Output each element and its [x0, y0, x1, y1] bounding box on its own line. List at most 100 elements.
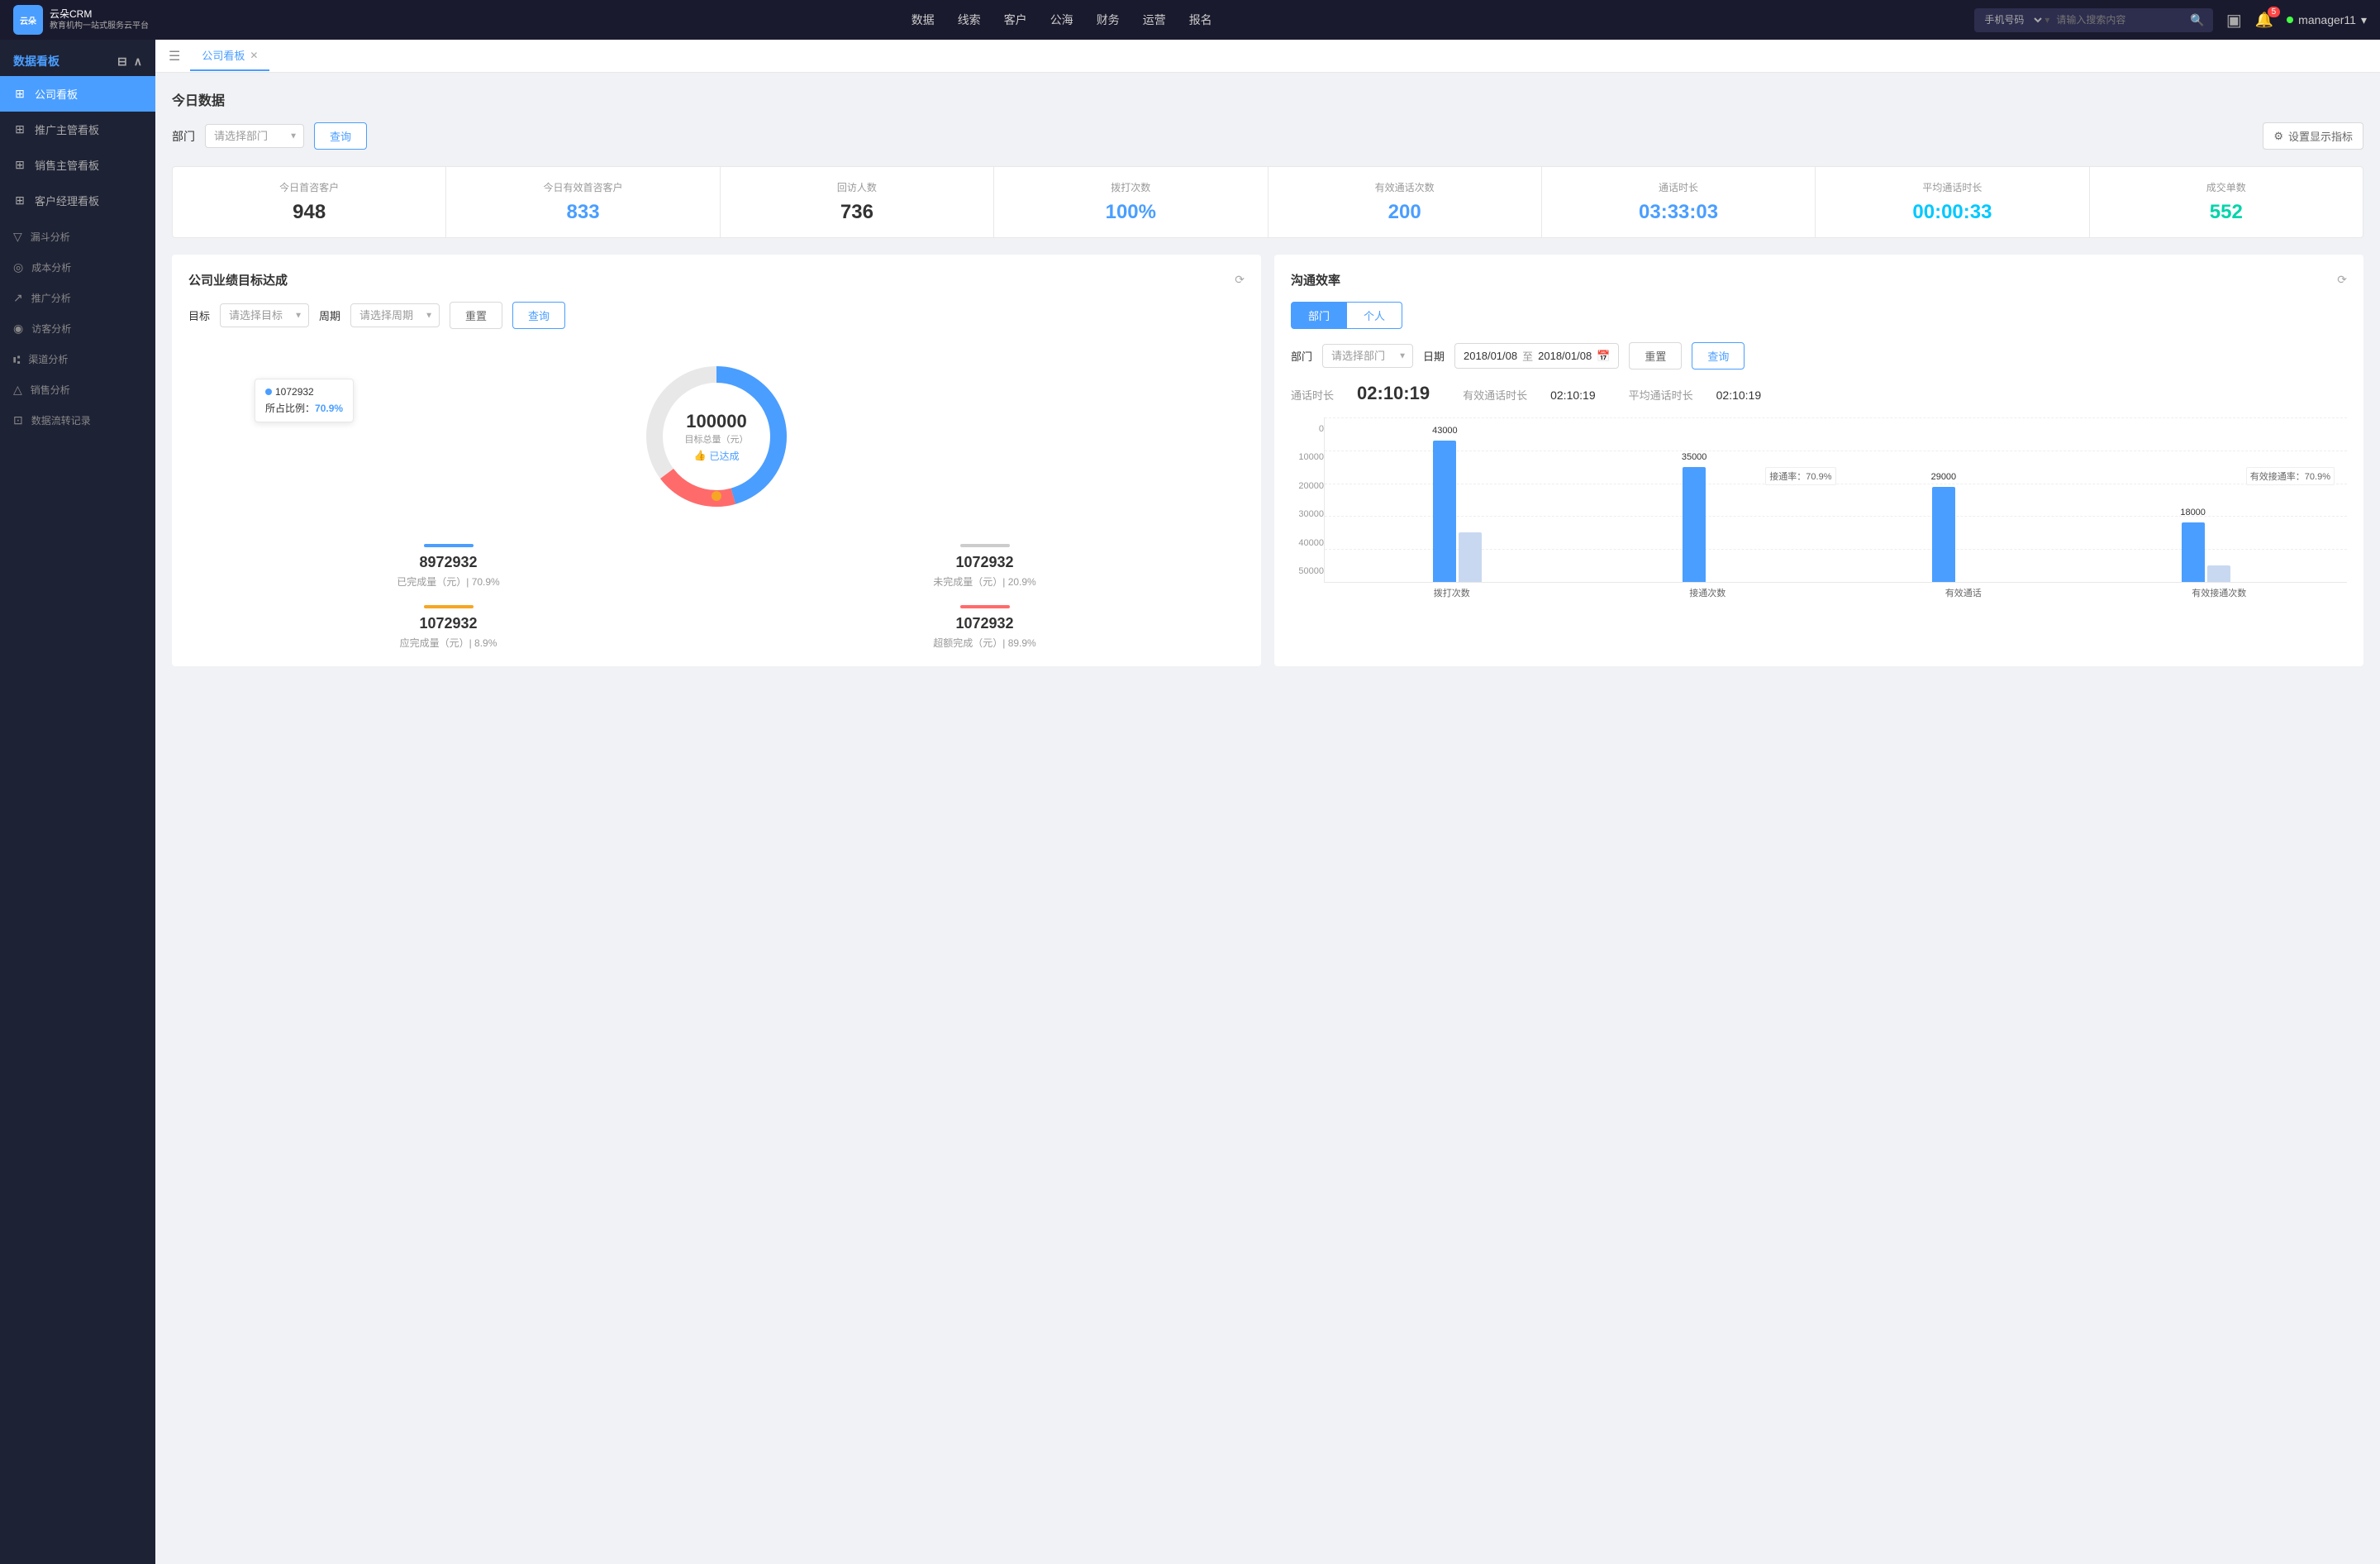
bar-value-label: 43000 [1432, 426, 1458, 436]
sidebar-category-sales[interactable]: △ 销售分析 [0, 374, 155, 402]
nav-item-财务[interactable]: 财务 [1097, 12, 1120, 28]
sidebar-category-visitor[interactable]: ◉ 访客分析 [0, 313, 155, 341]
period-select[interactable]: 请选择周期 [350, 303, 440, 327]
bar-group: 29000 [1832, 417, 2082, 582]
visitor-icon: ◉ [13, 322, 23, 336]
settings-button[interactable]: ⚙ 设置显示指标 [2263, 122, 2363, 150]
funnel-label: 漏斗分析 [31, 230, 70, 244]
bar: 29000 [1932, 487, 1955, 582]
stat-card: 平均通话时长 00:00:33 [1816, 167, 2088, 237]
tab-toggle-icon[interactable]: ☰ [169, 48, 180, 64]
stat-card: 今日首咨客户948 [173, 167, 445, 237]
stat-card: 拨打次数100% [994, 167, 1267, 237]
nav-item-数据[interactable]: 数据 [912, 12, 935, 28]
sidebar-label-company-board: 公司看板 [35, 86, 78, 102]
tablet-icon[interactable]: ▣ [2226, 10, 2242, 31]
nav-item-线索[interactable]: 线索 [958, 12, 981, 28]
visitor-label: 访客分析 [31, 322, 71, 336]
tab-company-board[interactable]: 公司看板 ✕ [190, 41, 269, 71]
stat-value: 00:00:33 [1825, 201, 2078, 224]
date-range-picker[interactable]: 2018/01/08 至 2018/01/08 📅 [1454, 343, 1619, 369]
bottom-panels: 公司业绩目标达成 ⟳ 目标 请选择目标 周期 请选择 [172, 255, 2363, 666]
sidebar-category-channel[interactable]: ⑆ 渠道分析 [0, 344, 155, 371]
eff-query-button[interactable]: 查询 [1692, 342, 1745, 370]
goal-refresh-icon[interactable]: ⟳ [1235, 273, 1245, 287]
sidebar-item-company-board[interactable]: ⊞ 公司看板 [0, 76, 155, 112]
sales-icon: △ [13, 383, 22, 397]
sidebar-item-sales-board[interactable]: ⊞ 销售主管看板 [0, 147, 155, 183]
goal-panel-title: 公司业绩目标达成 [188, 271, 288, 288]
bars-and-y: 50000400003000020000100000 [1291, 417, 2347, 583]
eff-tabs: 部门 个人 [1291, 302, 2347, 329]
tab-close-icon[interactable]: ✕ [250, 50, 258, 61]
bar [2207, 565, 2230, 582]
x-axis-label: 拨打次数 [1324, 583, 1580, 599]
stat-label: 今日有效首咨客户 [456, 180, 709, 194]
search-button[interactable]: 🔍 [2182, 8, 2212, 32]
y-axis-label: 40000 [1291, 538, 1324, 548]
user-info[interactable]: manager11 ▾ [2287, 13, 2367, 27]
sidebar-item-promo-board[interactable]: ⊞ 推广主管看板 [0, 112, 155, 147]
goal-stat-value: 1072932 [188, 615, 708, 632]
eff-reset-button[interactable]: 重置 [1629, 342, 1682, 370]
stat-label: 有效通话次数 [1278, 180, 1531, 194]
stat-label: 成交单数 [2100, 180, 2353, 194]
dept-filter-label: 部门 [172, 128, 195, 145]
sidebar-category-funnel[interactable]: ▽ 漏斗分析 [0, 222, 155, 249]
goal-stat-item: 1072932 超额完成（元）| 89.9% [725, 605, 1245, 650]
logo-icon: 云朵 [13, 5, 43, 35]
sidebar-category-cost[interactable]: ◎ 成本分析 [0, 252, 155, 279]
user-dropdown-icon: ▾ [2361, 13, 2367, 27]
bar-value-label: 18000 [2180, 508, 2206, 517]
nav-item-运营[interactable]: 运营 [1143, 12, 1166, 28]
sales-label: 销售分析 [31, 383, 70, 397]
stat-value: 200 [1278, 201, 1531, 224]
date-to: 2018/01/08 [1538, 350, 1592, 362]
stat-value: 736 [731, 201, 983, 224]
dept-select[interactable]: 请选择部门 [205, 124, 304, 148]
stat-card: 通话时长03:33:03 [1542, 167, 1815, 237]
sidebar-category-flow[interactable]: ⊡ 数据流转记录 [0, 405, 155, 432]
sidebar-category-promo[interactable]: ↗ 推广分析 [0, 283, 155, 310]
sidebar-title: 数据看板 [13, 53, 60, 69]
search-type-select[interactable]: 手机号码 [1974, 8, 2044, 31]
y-axis-label: 10000 [1291, 452, 1324, 462]
stat-label: 通话时长 [1552, 180, 1805, 194]
efficiency-panel: 沟通效率 ⟳ 部门 个人 部门 请选择部门 [1274, 255, 2363, 666]
sidebar-collapse-icon[interactable]: ∧ [134, 55, 142, 69]
stat-card: 成交单数552 [2090, 167, 2363, 237]
eff-tab-dept[interactable]: 部门 [1291, 302, 1347, 329]
search-input[interactable] [2049, 9, 2182, 31]
x-axis-label: 有效通话 [1835, 583, 2092, 599]
query-button[interactable]: 查询 [314, 122, 367, 150]
goal-query-button[interactable]: 查询 [512, 302, 565, 329]
sidebar-expand-icon[interactable]: ⊟ [117, 55, 127, 69]
eff-dept-label: 部门 [1291, 348, 1312, 364]
goal-stat-label: 未完成量（元）| 20.9% [725, 575, 1245, 589]
goal-stat-value: 1072932 [725, 554, 1245, 571]
page-content: 今日数据 部门 请选择部门 查询 ⚙ 设置显示指标 今日首咨客户948今日有效首… [155, 73, 2380, 1564]
nav-item-公海[interactable]: 公海 [1050, 12, 1073, 28]
eff-dept-select[interactable]: 请选择部门 [1322, 344, 1413, 368]
nav-item-报名[interactable]: 报名 [1189, 12, 1212, 28]
avg-value: 02:10:19 [1716, 389, 1762, 402]
stat-card: 有效通话次数 200 [1269, 167, 1541, 237]
stat-label: 平均通话时长 [1825, 180, 2078, 194]
x-labels: 拨打次数接通次数有效通话有效接通次数 [1324, 583, 2347, 599]
sidebar-item-client-board[interactable]: ⊞ 客户经理看板 [0, 183, 155, 218]
eff-refresh-icon[interactable]: ⟳ [2337, 273, 2347, 287]
goal-controls: 目标 请选择目标 周期 请选择周期 重置 [188, 302, 1245, 329]
donut-chart-wrap: 1072932 所占比例：70.9% [188, 346, 1245, 527]
username: manager11 [2298, 13, 2356, 26]
nav-item-客户[interactable]: 客户 [1004, 12, 1027, 28]
stat-value: 100% [1004, 201, 1257, 224]
promo-label: 推广分析 [31, 291, 71, 305]
sidebar-label-client-board: 客户经理看板 [35, 193, 99, 208]
cost-label: 成本分析 [31, 260, 71, 274]
eff-tab-person[interactable]: 个人 [1347, 302, 1402, 329]
donut-badge: 👍 已达成 [685, 449, 749, 463]
bar: 43000 [1433, 441, 1456, 582]
goal-reset-button[interactable]: 重置 [450, 302, 502, 329]
target-select[interactable]: 请选择目标 [220, 303, 309, 327]
notification-icon[interactable]: 🔔 5 [2255, 12, 2273, 29]
